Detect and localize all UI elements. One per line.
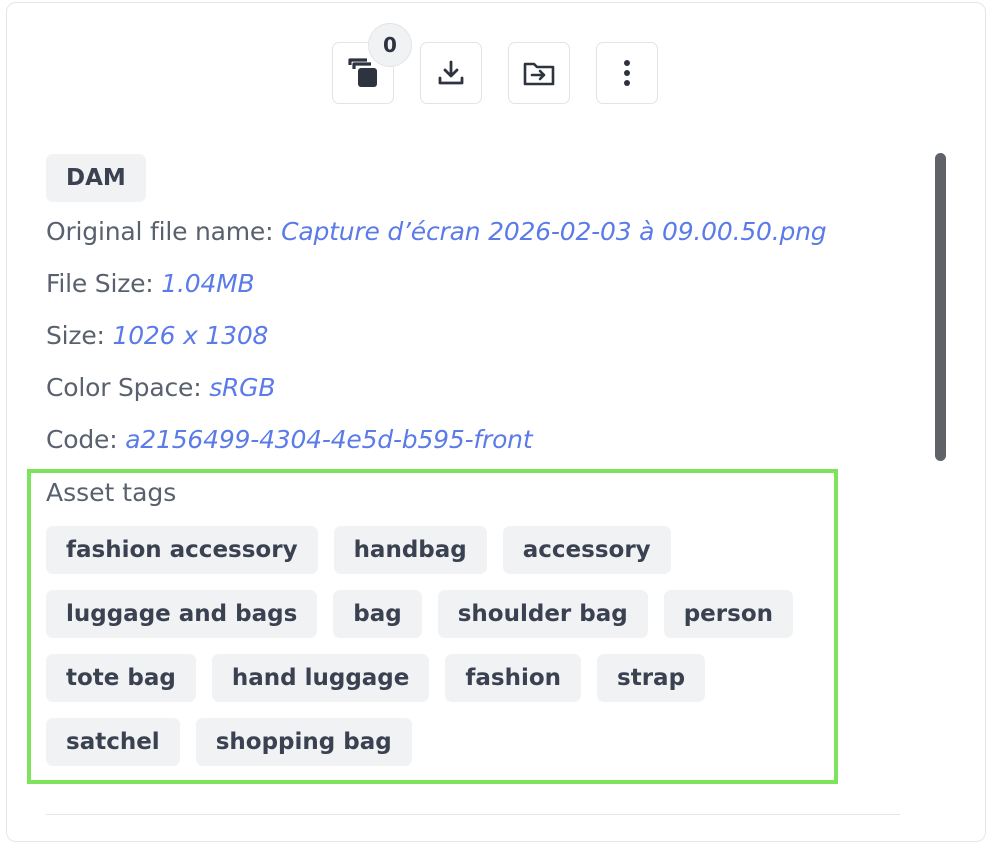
tag-chip[interactable]: strap bbox=[597, 654, 706, 702]
meta-label: Code: bbox=[46, 425, 118, 454]
tag-chip[interactable]: fashion bbox=[445, 654, 582, 702]
move-to-folder-button[interactable] bbox=[508, 42, 570, 104]
tag-chip[interactable]: fashion accessory bbox=[46, 526, 318, 574]
meta-value: Capture d’écran 2026-02-03 à 09.00.50.pn… bbox=[281, 217, 827, 246]
meta-value: 1.04MB bbox=[161, 269, 255, 298]
scrollbar-thumb[interactable] bbox=[935, 153, 946, 461]
download-button[interactable] bbox=[420, 42, 482, 104]
meta-label: File Size: bbox=[46, 269, 154, 298]
tag-chip[interactable]: satchel bbox=[46, 718, 180, 766]
meta-row-color-space: Color Space: sRGB bbox=[46, 373, 276, 402]
meta-value: a2156499-4304-4e5d-b595-front bbox=[125, 425, 533, 454]
asset-tags-list: fashion accessory handbag accessory lugg… bbox=[46, 526, 836, 766]
tag-chip[interactable]: luggage and bags bbox=[46, 590, 318, 638]
selection-count-badge: 0 bbox=[368, 23, 412, 67]
tag-chip[interactable]: accessory bbox=[502, 526, 671, 574]
meta-label: Color Space: bbox=[46, 373, 202, 402]
more-options-button[interactable] bbox=[596, 42, 658, 104]
tag-chip[interactable]: hand luggage bbox=[211, 654, 430, 702]
source-badge: DAM bbox=[46, 154, 146, 202]
tag-chip[interactable]: person bbox=[663, 590, 793, 638]
meta-label: Original file name: bbox=[46, 217, 274, 246]
meta-row-size: Size: 1026 x 1308 bbox=[46, 321, 268, 350]
tag-chip[interactable]: handbag bbox=[333, 526, 487, 574]
section-divider bbox=[46, 814, 900, 815]
move-to-folder-icon bbox=[523, 62, 555, 86]
tag-chip[interactable]: bag bbox=[333, 590, 422, 638]
download-icon bbox=[438, 60, 464, 85]
tag-chip[interactable]: shopping bag bbox=[195, 718, 412, 766]
tag-chip[interactable]: shoulder bag bbox=[437, 590, 648, 638]
more-vertical-icon bbox=[624, 60, 630, 86]
meta-value: sRGB bbox=[209, 373, 276, 402]
tag-chip[interactable]: tote bag bbox=[46, 654, 196, 702]
meta-row-file-size: File Size: 1.04MB bbox=[46, 269, 255, 298]
meta-value: 1026 x 1308 bbox=[112, 321, 269, 350]
meta-row-original-file-name: Original file name: Capture d’écran 2026… bbox=[46, 217, 827, 246]
meta-row-code: Code: a2156499-4304-4e5d-b595-front bbox=[46, 425, 533, 454]
meta-label: Size: bbox=[46, 321, 105, 350]
asset-tags-title: Asset tags bbox=[46, 478, 177, 507]
